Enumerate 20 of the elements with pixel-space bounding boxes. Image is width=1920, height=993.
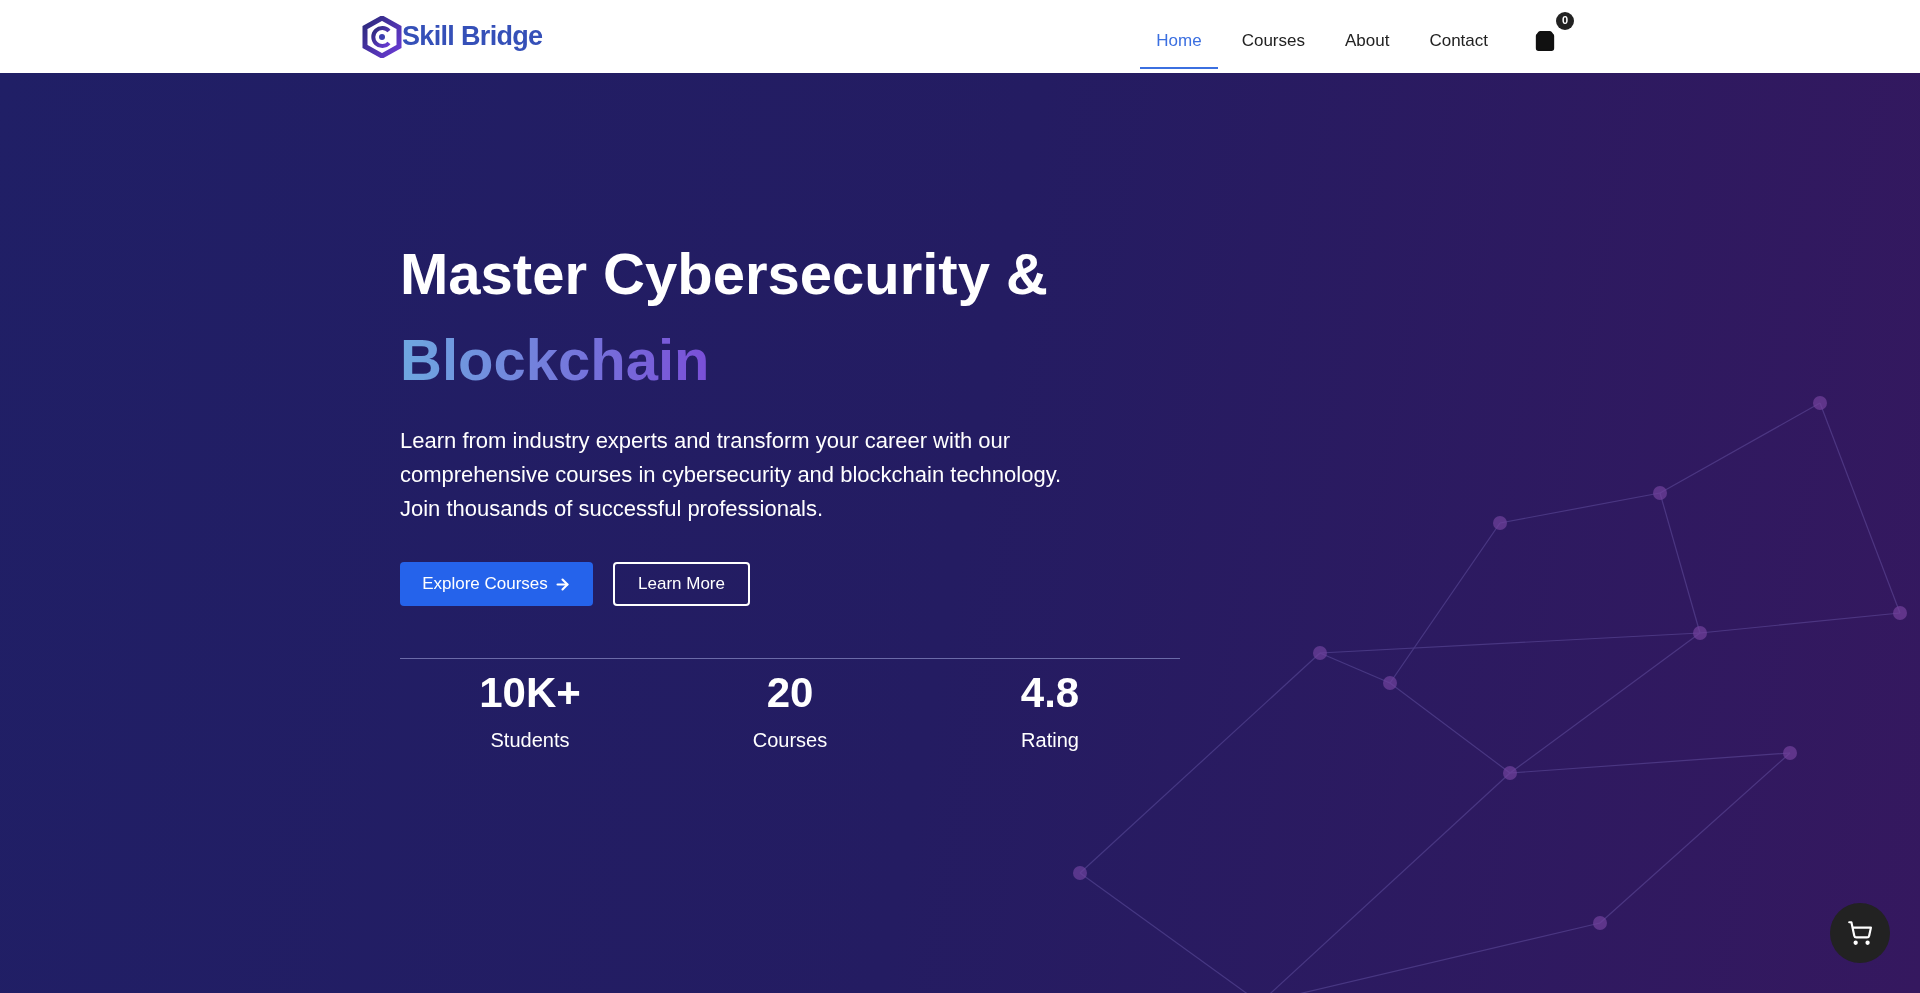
nav-link[interactable]: About (1328, 14, 1406, 69)
hero-description: Learn from industry experts and transform your career with our comprehensive courses in cybersecurity and blockchain technology. Join thousands of successful professionals. (400, 427, 1063, 523)
learn-more-button[interactable]: Learn More (613, 562, 750, 606)
nav-link[interactable]: Home (1140, 14, 1218, 69)
explore-courses-button[interactable]: Explore Courses (400, 562, 593, 606)
stat-label: Students (490, 728, 570, 753)
stat-label: Rating (1021, 728, 1079, 753)
nav-link[interactable]: Courses (1225, 14, 1321, 69)
hero-heading: Master Cybersecurity & (400, 240, 1049, 308)
hexagon-logo-icon (362, 15, 402, 58)
logo-text: Skill Bridge (402, 20, 543, 54)
stat-value: 4.8 (1020, 668, 1080, 718)
shopping-bag-button[interactable]: 0 (1530, 11, 1574, 56)
stat-label: Courses (752, 728, 828, 753)
stat-value: 10K+ (479, 668, 581, 718)
stat-value: 20 (766, 668, 814, 718)
cart-icon (1847, 920, 1873, 946)
nav-link[interactable]: Contact (1413, 14, 1504, 69)
cart-count-badge: 0 (1556, 11, 1574, 30)
floating-cart-button[interactable] (1830, 903, 1890, 963)
